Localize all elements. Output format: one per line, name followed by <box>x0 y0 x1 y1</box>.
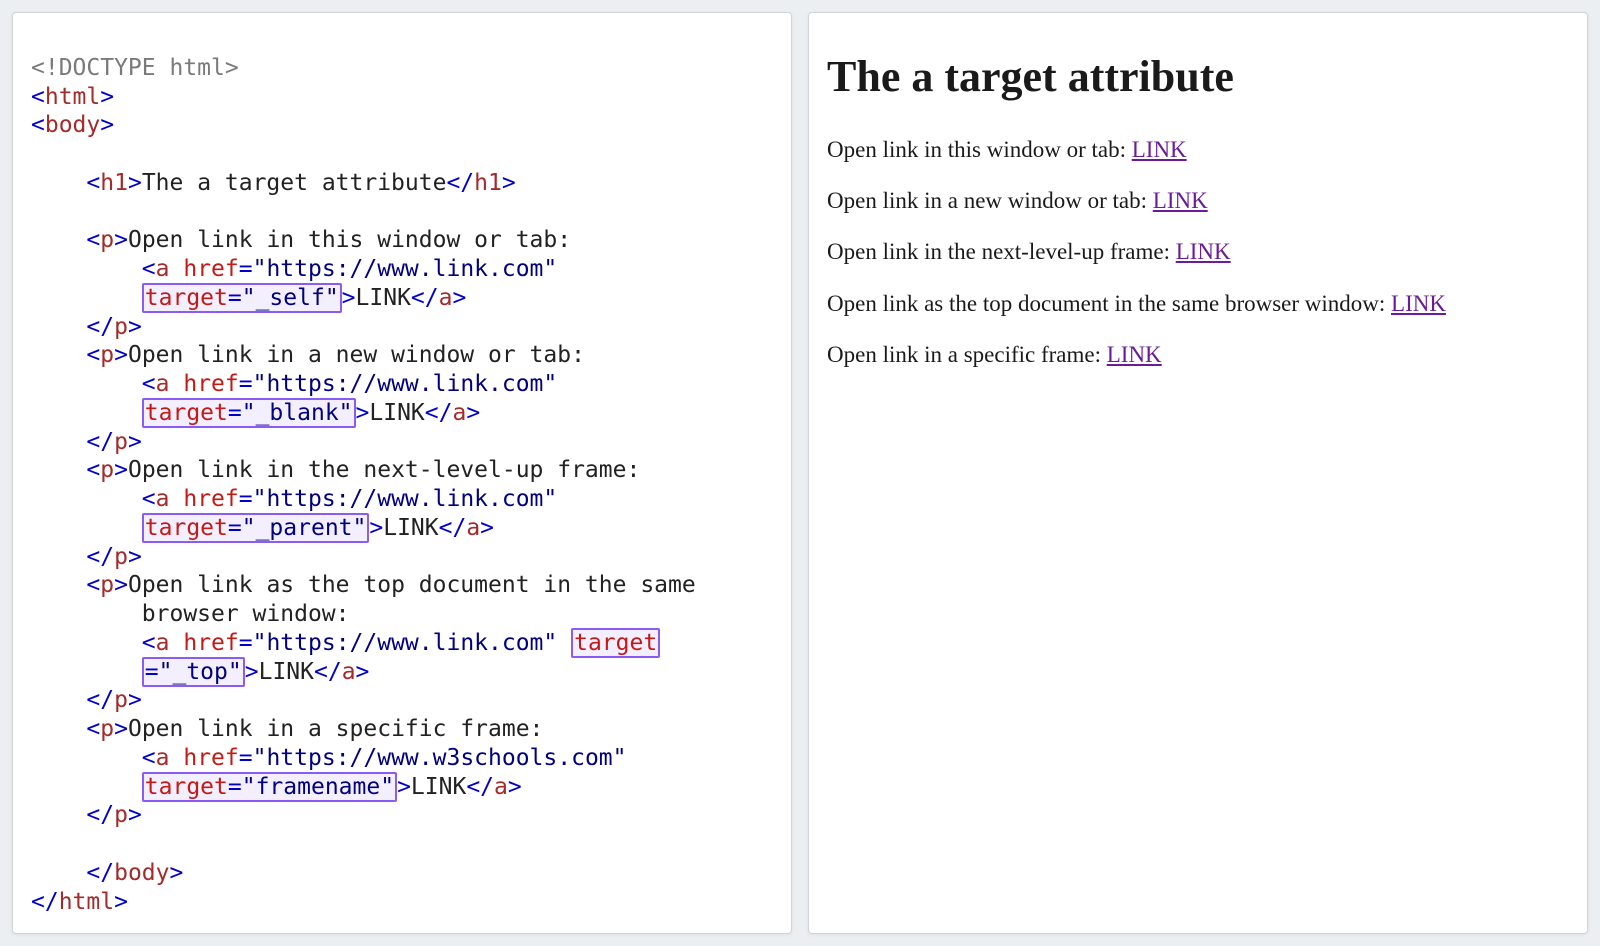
link-parent[interactable]: LINK <box>1176 239 1231 264</box>
paragraph-blank: Open link in a new window or tab: LINK <box>827 184 1569 217</box>
code-html-close: </html> <box>31 889 128 915</box>
link-top[interactable]: LINK <box>1391 291 1446 316</box>
highlight-target-top-attr: target <box>571 628 660 658</box>
code-body-open: <body> <box>31 112 114 138</box>
code-desc4b: browser window: <box>142 601 350 627</box>
code-href-attr: href <box>183 256 238 282</box>
code-desc2: Open link in a new window or tab: <box>128 342 585 368</box>
highlight-target-blank: target="_blank" <box>142 398 356 428</box>
code-desc5: Open link in a specific frame: <box>128 716 543 742</box>
code-href-val: "https://www.link.com" <box>253 256 558 282</box>
para-text: Open link in a new window or tab: <box>827 188 1153 213</box>
code-desc1: Open link in this window or tab: <box>128 227 571 253</box>
paragraph-top: Open link as the top document in the sam… <box>827 287 1569 320</box>
code-desc4a: Open link as the top document in the sam… <box>128 572 696 598</box>
para-text: Open link in the next-level-up frame: <box>827 239 1176 264</box>
highlight-target-parent: target="_parent" <box>142 513 370 543</box>
render-pane: The a target attribute Open link in this… <box>808 12 1588 934</box>
highlight-target-top-val: ="_top" <box>142 657 245 687</box>
link-blank[interactable]: LINK <box>1153 188 1208 213</box>
code-html-open: <html> <box>31 84 114 110</box>
highlight-target-framename: target="framename" <box>142 772 397 802</box>
code-body-close: </body> <box>86 860 183 886</box>
highlight-target-self: target="_self" <box>142 283 342 313</box>
code-link-text: LINK <box>356 285 411 311</box>
para-text: Open link as the top document in the sam… <box>827 291 1391 316</box>
para-text: Open link in this window or tab: <box>827 137 1132 162</box>
para-text: Open link in a specific frame: <box>827 342 1107 367</box>
code-doctype: <!DOCTYPE html> <box>31 55 239 81</box>
link-framename[interactable]: LINK <box>1107 342 1162 367</box>
code-h1-open: <h1> <box>86 170 141 196</box>
paragraph-framename: Open link in a specific frame: LINK <box>827 338 1569 371</box>
link-self[interactable]: LINK <box>1132 137 1187 162</box>
page-title: The a target attribute <box>827 45 1569 109</box>
code-desc3: Open link in the next-level-up frame: <box>128 457 640 483</box>
paragraph-parent: Open link in the next-level-up frame: LI… <box>827 235 1569 268</box>
paragraph-self: Open link in this window or tab: LINK <box>827 133 1569 166</box>
split-view: <!DOCTYPE html> <html> <body> <h1>The a … <box>0 0 1600 946</box>
code-h1-text: The a target attribute <box>142 170 447 196</box>
code-h1-close: </h1> <box>446 170 515 196</box>
code-pane: <!DOCTYPE html> <html> <body> <h1>The a … <box>12 12 792 934</box>
